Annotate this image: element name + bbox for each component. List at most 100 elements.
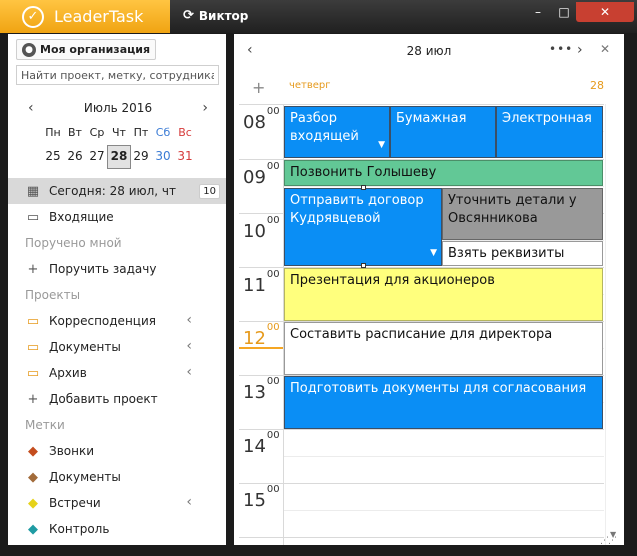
sidebar-item-add-project[interactable]: + Добавить проект (8, 386, 226, 412)
organization-button[interactable]: ● Моя организация (16, 39, 157, 60)
minimize-button[interactable]: – (527, 2, 549, 22)
tag-icon: ◆ (28, 469, 38, 485)
hour-label: 1100 (243, 269, 280, 296)
expand-triangle-icon[interactable]: ▼ (430, 244, 437, 262)
sidebar-item-tag[interactable]: ◆ Документы (8, 464, 226, 490)
person-icon: ● (22, 42, 36, 57)
next-day-icon[interactable]: › (577, 42, 583, 58)
title-bar: ✓ LeaderTask ⟳ Виктор – □ ✕ (0, 0, 637, 33)
event-title: Электронная (502, 111, 592, 126)
weekday-label: Пт (133, 126, 149, 139)
sidebar: ● Моя организация ‹ Июль 2016 › Пн Вт Ср… (8, 34, 226, 545)
weekday-label: Вт (68, 126, 82, 139)
calendar-day[interactable]: 25 (42, 146, 64, 168)
event-title: Подготовить документы для согласования (290, 381, 587, 396)
calendar-day[interactable]: 31 (174, 146, 196, 168)
scrollbar[interactable] (605, 104, 624, 545)
sidebar-item-label: Поручить задачу (49, 262, 157, 276)
close-icon[interactable]: ✕ (600, 42, 610, 56)
event-title: Презентация для акционеров (290, 273, 495, 288)
user-menu[interactable]: ⟳ Виктор (183, 8, 248, 23)
calendar-day-today[interactable]: 28 (107, 145, 131, 169)
calendar-day[interactable]: 29 (130, 146, 152, 168)
weekday-name: четверг (289, 80, 331, 91)
sidebar-item-tag[interactable]: ◆ Контроль (8, 516, 226, 542)
search-input[interactable] (16, 65, 219, 85)
sidebar-item-label: Контроль (49, 522, 110, 536)
more-icon[interactable]: ••• (549, 42, 573, 56)
mini-calendar: Пн Вт Ср Чт Пт Сб Вс 25 26 27 28 29 30 3… (42, 124, 198, 169)
maximize-button[interactable]: □ (553, 2, 575, 22)
calendar-day[interactable]: 30 (152, 146, 174, 168)
plus-icon: + (27, 261, 39, 277)
chevron-left-icon[interactable]: ‹ (186, 364, 192, 380)
event-title: Разбор входящей (290, 111, 359, 144)
event-card[interactable]: Уточнить детали у Овсянникова (442, 188, 603, 240)
weekday-label: Пн (45, 126, 61, 139)
hour-label: 1500 (243, 484, 280, 511)
hour-line (239, 104, 604, 105)
next-month-icon[interactable]: › (202, 100, 208, 116)
app-name: LeaderTask (54, 7, 144, 26)
chevron-left-icon[interactable]: ‹ (186, 338, 192, 354)
sidebar-item-project[interactable]: ▭ Корресподенция ‹ (8, 308, 226, 334)
folder-icon: ▭ (26, 365, 40, 381)
sidebar-item-project[interactable]: ▭ Архив ‹ (8, 360, 226, 386)
time-grid[interactable]: 0800 0900 1000 1100 1200 1300 1400 1500 … (234, 104, 624, 545)
section-assigned: Поручено мной (25, 236, 122, 250)
event-card[interactable]: Составить расписание для директора (284, 322, 603, 375)
hour-label: 1000 (243, 215, 280, 242)
sidebar-item-assign-task[interactable]: + Поручить задачу (8, 256, 226, 282)
calendar-day[interactable]: 27 (86, 146, 108, 168)
user-name: Виктор (198, 8, 249, 23)
sidebar-item-label: Входящие (49, 210, 114, 224)
event-card[interactable]: Подготовить документы для согласования (284, 376, 603, 429)
sidebar-item-project[interactable]: ▭ Документы ‹ (8, 334, 226, 360)
event-card[interactable]: Позвонить Голышеву (284, 160, 603, 186)
weekday-label: Ср (89, 126, 105, 139)
calendar-month: Июль 2016 (83, 101, 153, 115)
weekday-label: Чт (112, 126, 126, 139)
event-title: Составить расписание для директора (290, 327, 553, 342)
tag-icon: ◆ (28, 521, 38, 537)
calendar-day[interactable]: 26 (64, 146, 86, 168)
day-header: + четверг 28 (234, 74, 624, 102)
event-title: Позвонить Голышеву (290, 165, 437, 180)
sidebar-item-label: Документы (49, 470, 121, 484)
event-title: Отправить договор Кудрявцевой (290, 193, 424, 226)
window-bottom-border (8, 545, 637, 556)
event-card[interactable]: Взять реквизиты (442, 241, 603, 266)
sidebar-item-label: Звонки (49, 444, 94, 458)
weekday-label: Вс (178, 126, 192, 139)
event-card[interactable]: Электронная (496, 106, 603, 158)
inbox-icon: ▭ (26, 209, 40, 225)
event-card[interactable]: Презентация для акционеров (284, 268, 603, 321)
chevron-left-icon[interactable]: ‹ (186, 312, 192, 328)
section-tags: Метки (25, 418, 65, 432)
sidebar-item-today[interactable]: ▦ Сегодня: 28 июл, чт 10 (8, 178, 226, 204)
app-brand[interactable]: ✓ LeaderTask (0, 0, 170, 33)
hour-label: 0900 (243, 161, 280, 188)
event-card[interactable]: Бумажная (390, 106, 496, 158)
sidebar-item-tag[interactable]: ◆ Встречи ‹ (8, 490, 226, 516)
sync-icon[interactable]: ⟳ (183, 8, 194, 23)
hour-label: 1400 (243, 430, 280, 457)
resize-grip-icon[interactable]: ⋰⋰ (600, 536, 617, 546)
sidebar-item-label: Добавить проект (49, 392, 158, 406)
hour-line (239, 537, 604, 538)
expand-triangle-icon[interactable]: ▼ (378, 136, 385, 154)
hour-line (239, 483, 604, 484)
hour-line (239, 429, 604, 430)
sidebar-item-label: Корресподенция (49, 314, 156, 328)
chevron-left-icon[interactable]: ‹ (186, 494, 192, 510)
event-card-selected[interactable]: Отправить договор Кудрявцевой ▼ (284, 188, 442, 266)
event-card[interactable]: Разбор входящей ▼ (284, 106, 390, 158)
half-hour-line (284, 186, 604, 187)
close-window-button[interactable]: ✕ (576, 2, 634, 22)
sidebar-item-inbox[interactable]: ▭ Входящие (8, 204, 226, 230)
sidebar-item-tag[interactable]: ◆ Звонки (8, 438, 226, 464)
section-projects: Проекты (25, 288, 81, 302)
add-event-icon[interactable]: + (252, 78, 265, 97)
day-view-panel: ‹ 28 июл ••• › ✕ + четверг 28 0800 0900 … (234, 34, 624, 545)
resize-handle-top[interactable] (361, 185, 366, 190)
